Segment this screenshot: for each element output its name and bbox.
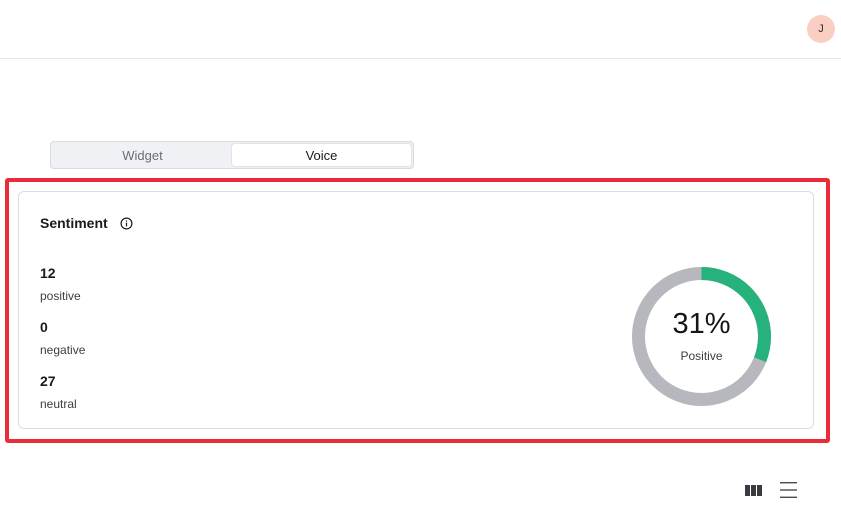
tab-voice-label: Voice (305, 147, 338, 163)
negative-label: negative (40, 343, 86, 357)
view-tabs: Widget Voice (50, 141, 414, 169)
info-circle-icon[interactable] (120, 217, 133, 230)
columns-view-icon[interactable] (744, 481, 764, 499)
sentiment-card: Sentiment 12 positive 0 negative 27 neut… (18, 191, 814, 429)
avatar-initial: J (818, 23, 824, 35)
neutral-count: 27 (40, 373, 56, 389)
sentiment-title: Sentiment (40, 215, 108, 231)
positive-count: 12 (40, 265, 56, 281)
neutral-label: neutral (40, 397, 77, 411)
list-view-icon[interactable] (779, 481, 799, 499)
tab-widget[interactable]: Widget (53, 144, 232, 166)
negative-count: 0 (40, 319, 48, 335)
top-bar: J (0, 0, 841, 59)
user-avatar[interactable]: J (807, 15, 835, 43)
positive-percentage: 31% (672, 308, 731, 340)
tab-voice[interactable]: Voice (232, 144, 411, 166)
tab-widget-label: Widget (122, 147, 163, 163)
positive-label: positive (40, 289, 81, 303)
donut-center-label: Positive (680, 349, 723, 363)
